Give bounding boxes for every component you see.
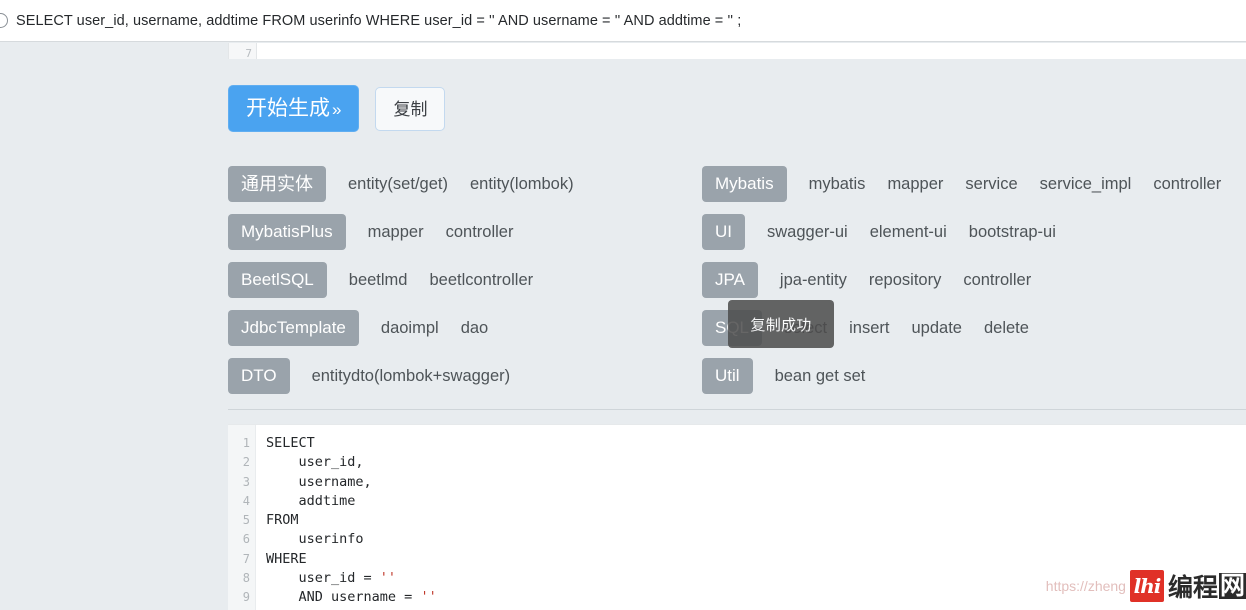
code-line-number: 9 — [242, 590, 250, 605]
code-line-number: 3 — [242, 474, 250, 489]
template-option-entity-lombok-[interactable]: entity(lombok) — [470, 175, 574, 194]
generate-button-label: 开始生成 — [246, 97, 330, 120]
template-option-element-ui[interactable]: element-ui — [870, 223, 947, 242]
code-string-literal: '' — [420, 589, 437, 606]
copy-button[interactable]: 复制 — [375, 87, 446, 131]
template-option-entity-set-get-[interactable]: entity(set/get) — [348, 175, 448, 194]
editor-cut-line-number: 7 — [229, 43, 257, 59]
code-line: FROM — [266, 511, 1246, 530]
action-buttons: 开始生成» 复制 — [228, 85, 446, 132]
template-group-row: JPA jpa-entity repository controller — [702, 256, 1246, 304]
template-option-beetlcontroller[interactable]: beetlcontroller — [429, 271, 533, 290]
template-option-mapper[interactable]: mapper — [368, 223, 424, 242]
code-line-number: 8 — [242, 571, 250, 586]
code-line-number: 4 — [242, 493, 250, 508]
group-tag-jpa[interactable]: JPA — [702, 262, 758, 298]
code-line-numbers: 1 2 3 4 5 6 7 8 9 — [228, 425, 256, 610]
code-line-text: user_id, — [266, 454, 364, 471]
code-line: addtime — [266, 492, 1246, 511]
sql-preview-text: SELECT user_id, username, addtime FROM u… — [16, 12, 742, 29]
group-tag-ui[interactable]: UI — [702, 214, 745, 250]
template-group-row: BeetlSQL beetlmd beetlcontroller — [228, 256, 702, 304]
left-rail — [0, 59, 228, 610]
code-line-text: AND username = — [266, 589, 421, 606]
circle-icon — [0, 13, 11, 28]
code-line-text: userinfo — [266, 531, 364, 548]
panel-tail — [228, 410, 1246, 424]
template-option-dao[interactable]: dao — [461, 319, 489, 338]
template-option-service_impl[interactable]: service_impl — [1040, 175, 1132, 194]
group-tag-dto[interactable]: DTO — [228, 358, 290, 394]
code-line: user_id, — [266, 453, 1246, 472]
template-option-bean-get-set[interactable]: bean get set — [775, 367, 866, 386]
template-option-bootstrap-ui[interactable]: bootstrap-ui — [969, 223, 1056, 242]
copy-success-toast: 复制成功 — [728, 300, 834, 348]
template-option-insert[interactable]: insert — [849, 319, 889, 338]
template-option-update[interactable]: update — [912, 319, 962, 338]
group-tag-beetlsql[interactable]: BeetlSQL — [228, 262, 327, 298]
code-line: userinfo — [266, 530, 1246, 549]
template-group-row: Mybatis mybatis mapper service service_impl c… — [702, 160, 1246, 208]
group-tag-jdbctemplate[interactable]: JdbcTemplate — [228, 310, 359, 346]
template-groups: 通用实体 entity(set/get) entity(lombok) Mybatis… — [228, 160, 1246, 400]
code-line-text: addtime — [266, 492, 356, 509]
code-line-text: user_id = — [266, 570, 380, 587]
template-option-controller[interactable]: controller — [446, 223, 514, 242]
code-line-number: 6 — [242, 532, 250, 547]
group-tag-mybatis[interactable]: Mybatis — [702, 166, 787, 202]
site-name-text: 编程 — [1167, 574, 1218, 602]
site-name: 编程网 — [1168, 568, 1246, 604]
template-option-jpa-entity[interactable]: jpa-entity — [780, 271, 847, 290]
template-option-service[interactable]: service — [965, 175, 1017, 194]
template-option-delete[interactable]: delete — [984, 319, 1029, 338]
generator-panel: 开始生成» 复制 通用实体 entity(set/get) entity(lombo… — [228, 59, 1246, 411]
group-tag-util[interactable]: Util — [702, 358, 753, 394]
template-option-mybatis[interactable]: mybatis — [809, 175, 866, 194]
code-line-number: 5 — [242, 513, 250, 528]
watermark: https://zheng lhi 编程网 — [1046, 568, 1246, 604]
template-option-mapper[interactable]: mapper — [887, 175, 943, 194]
sql-preview-bar: SELECT user_id, username, addtime FROM u… — [0, 0, 1246, 42]
template-group-column-left: 通用实体 entity(set/get) entity(lombok) Mybatis… — [228, 160, 702, 400]
template-option-daoimpl[interactable]: daoimpl — [381, 319, 439, 338]
code-line-number: 1 — [242, 436, 250, 450]
template-group-row: Util bean get set — [702, 352, 1246, 400]
template-group-row: DTO entitydto(lombok+swagger) — [228, 352, 702, 400]
code-line: SELECT — [266, 434, 1246, 453]
chevron-right-icon: » — [332, 100, 342, 119]
template-option-controller[interactable]: controller — [1153, 175, 1221, 194]
template-option-controller[interactable]: controller — [963, 271, 1031, 290]
editor-cut-body[interactable] — [257, 43, 1246, 59]
code-line: WHERE — [266, 550, 1246, 569]
template-group-row: UI swagger-ui element-ui bootstrap-ui — [702, 208, 1246, 256]
code-line-number: 7 — [242, 551, 250, 566]
site-logo-icon: lhi — [1129, 570, 1164, 602]
code-line-number: 2 — [242, 455, 250, 470]
template-group-row: MybatisPlus mapper controller — [228, 208, 702, 256]
editor-cut-strip: 7 — [228, 43, 1246, 59]
site-name-boxed-char: 网 — [1218, 571, 1246, 600]
group-tag-mybatisplus[interactable]: MybatisPlus — [228, 214, 346, 250]
template-group-row: JdbcTemplate daoimpl dao — [228, 304, 702, 352]
template-option-swagger-ui[interactable]: swagger-ui — [767, 223, 848, 242]
code-line-text: WHERE — [266, 550, 307, 567]
watermark-url: https://zheng — [1045, 578, 1126, 594]
code-line-text: SELECT — [266, 435, 315, 451]
code-string-literal: '' — [379, 570, 397, 587]
group-tag-common-entity[interactable]: 通用实体 — [228, 166, 326, 202]
code-line-text: FROM — [266, 512, 299, 529]
app-root: SELECT user_id, username, addtime FROM u… — [0, 0, 1246, 610]
generate-button[interactable]: 开始生成» — [228, 85, 360, 132]
code-line: username, — [266, 473, 1246, 492]
template-option-entitydto-lombok+swagger-[interactable]: entitydto(lombok+swagger) — [312, 367, 511, 386]
template-group-row: 通用实体 entity(set/get) entity(lombok) — [228, 160, 702, 208]
code-line-text: username, — [266, 473, 372, 490]
template-option-beetlmd[interactable]: beetlmd — [349, 271, 408, 290]
template-group-column-right: Mybatis mybatis mapper service service_impl c… — [702, 160, 1246, 400]
template-option-repository[interactable]: repository — [869, 271, 941, 290]
